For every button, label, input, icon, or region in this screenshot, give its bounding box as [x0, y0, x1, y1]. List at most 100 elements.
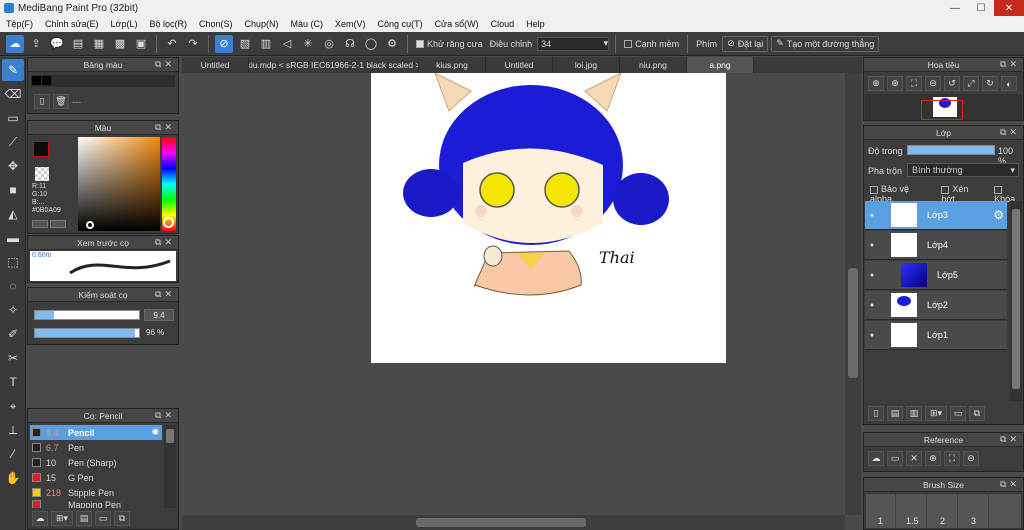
- fit-reference-icon[interactable]: ⛶: [944, 451, 960, 466]
- color-mode-button-2[interactable]: [50, 220, 66, 228]
- soft-edge-toggle[interactable]: Cạnh mềm: [622, 39, 681, 49]
- lasso-tool-icon[interactable]: ◌: [2, 275, 24, 297]
- flip-icon[interactable]: ◐: [1001, 76, 1017, 91]
- tab-loi-jpg[interactable]: loi.jpg: [553, 57, 620, 73]
- rectangle-tool-icon[interactable]: ▭: [2, 107, 24, 129]
- panel-float-close-icon[interactable]: ⧉✕: [1000, 434, 1020, 445]
- straight-line-button[interactable]: ✎ Tạo một đường thẳng: [771, 35, 880, 52]
- reset-button[interactable]: ⊘ Đặt lại: [722, 35, 769, 52]
- layer-row-lop5[interactable]: ● Lớp5: [865, 261, 1007, 290]
- select-pen-tool-icon[interactable]: ✐: [2, 323, 24, 345]
- brush-item-g-pen[interactable]: 15 G Pen: [30, 470, 162, 485]
- brush-item-pen[interactable]: 6.7 Pen: [30, 440, 162, 455]
- eye-icon[interactable]: ●: [865, 242, 879, 249]
- brush-size-cell-1-5[interactable]: 1.5: [897, 494, 927, 528]
- layer-row-lop4[interactable]: ● Lớp4: [865, 231, 1007, 260]
- clipping-checkbox[interactable]: [941, 185, 950, 194]
- layer-settings-gear-icon[interactable]: ⚙: [993, 208, 1004, 222]
- layer-row-lop2[interactable]: ● Lớp2: [865, 291, 1007, 320]
- open-reference-icon[interactable]: ▭: [887, 451, 903, 466]
- snap-settings-icon[interactable]: ⚙: [383, 35, 401, 53]
- close-button[interactable]: ✕: [994, 0, 1024, 16]
- snap-off-icon[interactable]: ⊘: [215, 34, 233, 53]
- panel-float-close-icon[interactable]: ⧉✕: [155, 59, 175, 70]
- rotate-right-icon[interactable]: ↻: [982, 76, 998, 91]
- panel-float-close-icon[interactable]: ⧉✕: [1000, 127, 1020, 138]
- new-layer-8bit-icon[interactable]: ▤: [887, 406, 903, 421]
- adjust-select[interactable]: 34 ▾: [537, 36, 610, 51]
- tab-untitled-2[interactable]: Untitled: [486, 57, 553, 73]
- panel-float-close-icon[interactable]: ⧉✕: [155, 122, 175, 133]
- curve-snap-icon[interactable]: ☊: [341, 35, 359, 53]
- palette-swatch-black-2[interactable]: [42, 76, 51, 85]
- brush-list-scrollbar[interactable]: [164, 425, 176, 508]
- menu-filter[interactable]: Bộ lọc(R): [143, 19, 193, 29]
- tab-niu-png[interactable]: niu.png: [620, 57, 687, 73]
- saturation-value-picker[interactable]: [78, 137, 160, 231]
- brush-item-pencil[interactable]: 9.4 Pencil ✺: [30, 425, 162, 440]
- eye-icon[interactable]: ●: [865, 302, 879, 309]
- menu-help[interactable]: Help: [520, 19, 551, 29]
- folder-icon[interactable]: ▭: [950, 406, 966, 421]
- layer-row-lop3[interactable]: ● Lớp3 ⚙: [865, 201, 1007, 230]
- new-palette-icon[interactable]: ▯: [34, 94, 50, 109]
- menu-cloud[interactable]: Cloud: [485, 19, 521, 29]
- protect-alpha-checkbox[interactable]: [870, 185, 878, 194]
- select-tool-icon[interactable]: ⬚: [2, 251, 24, 273]
- color-picker-cursor[interactable]: [86, 221, 94, 229]
- menu-window[interactable]: Cửa sổ(W): [429, 19, 485, 29]
- vanish-snap-icon[interactable]: ◁: [278, 35, 296, 53]
- comment-icon[interactable]: 💬: [48, 35, 66, 53]
- duplicate-icon[interactable]: ⧉: [114, 511, 130, 526]
- cross-snap-icon[interactable]: ▥: [257, 35, 275, 53]
- canvas-vertical-scrollbar[interactable]: [845, 73, 861, 515]
- new-layer-1bit-icon[interactable]: ▥: [906, 406, 922, 421]
- fill-shape-tool-icon[interactable]: ■: [2, 179, 24, 201]
- new-layer-icon[interactable]: ▯: [868, 406, 884, 421]
- menu-color[interactable]: Màu (C): [285, 19, 330, 29]
- transparent-color-swatch[interactable]: [35, 167, 49, 181]
- tab-kiu-mdp[interactable]: kiu.mdp < sRGB IEC61966-2-1 black scaled…: [249, 57, 419, 73]
- gradient-tool-icon[interactable]: ▬: [2, 227, 24, 249]
- close-reference-icon[interactable]: ✕: [906, 451, 922, 466]
- antialias-checkbox[interactable]: [416, 40, 424, 49]
- zoom-out-reference-icon[interactable]: ⊖: [963, 451, 979, 466]
- lock-checkbox[interactable]: [994, 185, 1003, 194]
- panel-float-close-icon[interactable]: ⧉✕: [155, 237, 175, 248]
- hue-slider-handle[interactable]: [163, 217, 174, 228]
- layer-row-lop1[interactable]: ● Lớp1: [865, 321, 1007, 350]
- operation-tool-icon[interactable]: ⌖: [2, 395, 24, 417]
- export-icon[interactable]: ⇪: [27, 35, 45, 53]
- brush-item-mapping-pen[interactable]: Mapping Pen: [30, 500, 162, 508]
- circle-snap-icon[interactable]: ◎: [320, 35, 338, 53]
- tab-kius-png[interactable]: kius.png: [419, 57, 486, 73]
- hue-slider[interactable]: [162, 137, 176, 231]
- brush-tool-icon[interactable]: ✎: [2, 59, 24, 81]
- panel-icon[interactable]: ▤: [69, 35, 87, 53]
- magic-wand-tool-icon[interactable]: ✧: [2, 299, 24, 321]
- menu-layer[interactable]: Lớp(L): [105, 19, 144, 29]
- eraser-tool-icon[interactable]: ⌫: [2, 83, 24, 105]
- dot-tool-icon[interactable]: ⟋: [2, 131, 24, 153]
- eyedropper-tool-icon[interactable]: ⁄: [2, 443, 24, 465]
- rotate-left-icon[interactable]: ↺: [944, 76, 960, 91]
- layout-icon[interactable]: ▣: [132, 35, 150, 53]
- zoom-out-icon[interactable]: ⊖: [925, 76, 941, 91]
- zoom-in-icon[interactable]: ⊕: [887, 76, 903, 91]
- brush-size-cell-2[interactable]: 2: [928, 494, 958, 528]
- cloud-reference-icon[interactable]: ☁: [868, 451, 884, 466]
- duplicate-layer-icon[interactable]: ⧉: [969, 406, 985, 421]
- canvas-vertical-scroll-thumb[interactable]: [848, 268, 858, 378]
- brush-item-pen-sharp[interactable]: 10 Pen (Sharp): [30, 455, 162, 470]
- radial-snap-icon[interactable]: ✳: [299, 35, 317, 53]
- divide-tool-icon[interactable]: ⟂: [2, 419, 24, 441]
- add-layer-dropdown-icon[interactable]: ⊞▾: [925, 406, 947, 421]
- brush-size-value[interactable]: 9.4: [144, 309, 174, 321]
- fit-window-icon[interactable]: ⛶: [906, 76, 922, 91]
- color-mode-button-1[interactable]: [32, 220, 48, 228]
- eye-icon[interactable]: ●: [865, 212, 879, 219]
- undo-icon[interactable]: ↶: [163, 35, 181, 53]
- minimize-button[interactable]: —: [942, 0, 968, 16]
- tab-a-png[interactable]: a.png: [687, 57, 754, 73]
- menu-capture[interactable]: Chụp(N): [239, 19, 285, 29]
